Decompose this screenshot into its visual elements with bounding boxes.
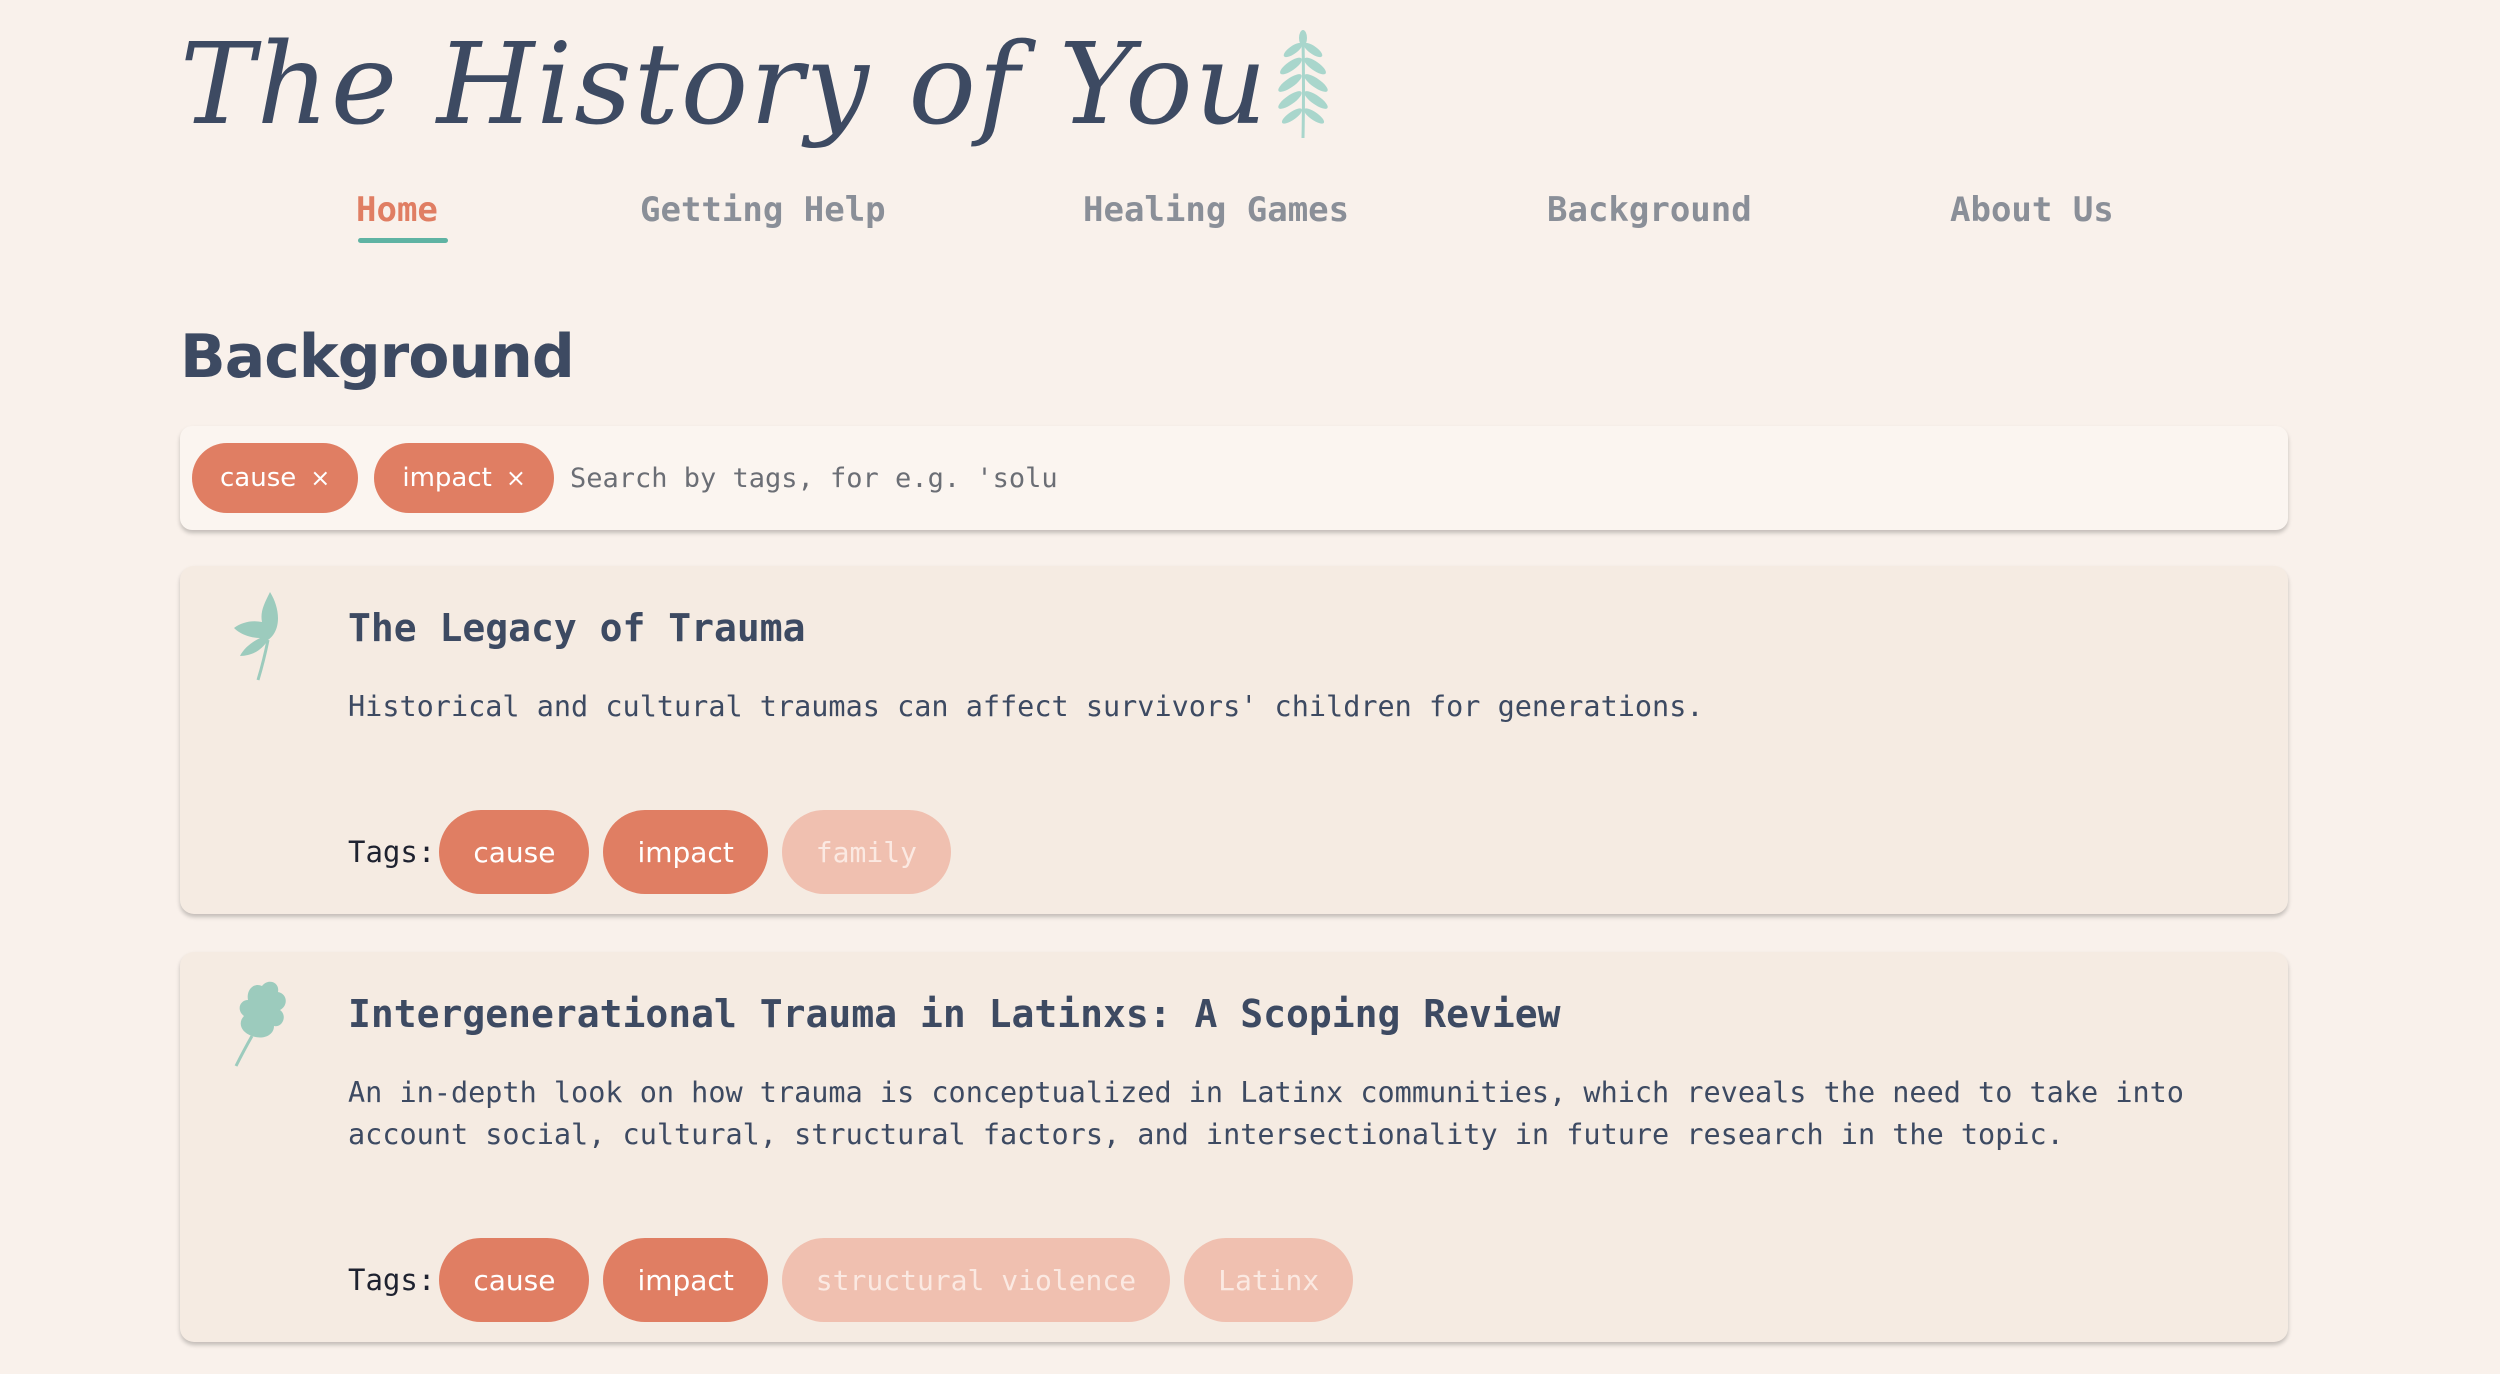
search-chip-cause: cause × — [192, 443, 359, 513]
nav-getting-help[interactable]: Getting Help — [640, 190, 886, 230]
site-logo[interactable]: The History of You — [180, 20, 1333, 150]
logo-text: The History of You — [180, 20, 1269, 150]
leaf-icon — [230, 590, 290, 686]
page-title: Background — [180, 322, 575, 392]
tags-label: Tags: — [348, 1263, 436, 1297]
tag-impact[interactable]: impact — [603, 1238, 768, 1322]
tag-cause[interactable]: cause — [439, 810, 590, 894]
card-title[interactable]: Intergenerational Trauma in Latinxs: A S… — [348, 992, 1561, 1036]
nav-about-us[interactable]: About Us — [1950, 190, 2114, 230]
fern-sprig-icon — [1273, 30, 1333, 144]
tag-latinx[interactable]: Latinx — [1184, 1238, 1354, 1322]
tags-label: Tags: — [348, 835, 436, 869]
nav-healing-games[interactable]: Healing Games — [1083, 190, 1349, 230]
chip-label: impact — [402, 463, 492, 493]
resource-card[interactable]: Intergenerational Trauma in Latinxs: A S… — [180, 952, 2288, 1342]
main-nav: Home Getting Help Healing Games Backgrou… — [180, 190, 2330, 260]
chip-label: cause — [220, 463, 297, 493]
nav-home[interactable]: Home — [356, 190, 438, 230]
resource-card[interactable]: The Legacy of Trauma Historical and cult… — [180, 566, 2288, 914]
remove-chip-icon[interactable]: × — [506, 464, 526, 492]
remove-chip-icon[interactable]: × — [310, 464, 330, 492]
card-description: Historical and cultural traumas can affe… — [348, 690, 1704, 723]
oak-leaf-icon — [230, 976, 290, 1072]
tag-cause[interactable]: cause — [439, 1238, 590, 1322]
site-header: The History of You Home Getting Help Hea… — [180, 20, 2330, 250]
card-tags: Tags: cause impact structural violence L… — [348, 1238, 1367, 1322]
tag-search-bar[interactable]: cause × impact × — [180, 426, 2288, 530]
nav-background[interactable]: Background — [1547, 190, 1752, 230]
active-nav-indicator — [358, 238, 448, 243]
tag-family[interactable]: family — [781, 810, 951, 894]
tag-impact[interactable]: impact — [603, 810, 768, 894]
tag-search-input[interactable] — [569, 462, 1470, 494]
card-title[interactable]: The Legacy of Trauma — [348, 606, 806, 650]
search-chip-impact: impact × — [374, 443, 554, 513]
card-tags: Tags: cause impact family — [348, 810, 965, 894]
card-description: An in-depth look on how trauma is concep… — [348, 1076, 2184, 1151]
tag-structural-violence[interactable]: structural violence — [781, 1238, 1171, 1322]
